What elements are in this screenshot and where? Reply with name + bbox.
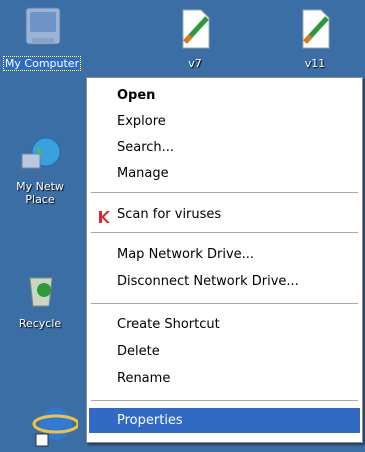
v7-label: v7 <box>188 57 202 70</box>
my-computer-icon <box>18 4 66 52</box>
menu-item-create-shortcut[interactable]: Create Shortcut <box>89 312 360 337</box>
menu-item-open[interactable]: Open <box>89 83 360 108</box>
recycle-bin-label: Recycle <box>18 317 62 330</box>
menu-separator <box>91 192 358 193</box>
menu-item-properties[interactable]: Properties <box>89 408 360 433</box>
menu-separator <box>91 303 358 304</box>
desktop-icon-v7[interactable]: v7 <box>155 4 235 71</box>
menu-item-delete[interactable]: Delete <box>89 339 360 364</box>
network-places-label: My Netw Place <box>16 180 64 206</box>
desktop-icon-my-computer[interactable]: My Computer <box>2 4 82 71</box>
desktop-icon-network-places[interactable]: My Netw Place <box>0 132 80 207</box>
menu-item-explore[interactable]: Explore <box>89 109 360 134</box>
menu-item-rename[interactable]: Rename <box>89 366 360 391</box>
v11-label: v11 <box>304 57 326 70</box>
menu-item-disconnect-network-drive[interactable]: Disconnect Network Drive... <box>89 269 360 294</box>
desktop-icon-v11[interactable]: v11 <box>275 4 355 71</box>
image-file-icon <box>291 4 339 52</box>
menu-separator <box>91 400 358 401</box>
menu-item-scan-for-viruses-label: Scan for viruses <box>117 207 222 222</box>
menu-item-search[interactable]: Search... <box>89 135 360 160</box>
image-file-icon <box>171 4 219 52</box>
context-menu: Open Explore Search... Manage Scan for v… <box>86 77 363 443</box>
internet-explorer-icon <box>30 400 80 448</box>
menu-item-manage[interactable]: Manage <box>89 161 360 186</box>
menu-item-map-network-drive[interactable]: Map Network Drive... <box>89 242 360 267</box>
my-computer-label: My Computer <box>2 56 82 71</box>
network-places-icon <box>16 132 64 180</box>
kaspersky-k-icon <box>98 208 112 223</box>
menu-separator <box>91 232 358 233</box>
desktop-icon-recycle-bin[interactable]: Recycle <box>0 264 80 331</box>
menu-item-scan-for-viruses[interactable]: Scan for viruses <box>89 202 360 227</box>
desktop-icon-internet-explorer[interactable] <box>14 400 94 448</box>
recycle-bin-icon <box>16 264 64 312</box>
